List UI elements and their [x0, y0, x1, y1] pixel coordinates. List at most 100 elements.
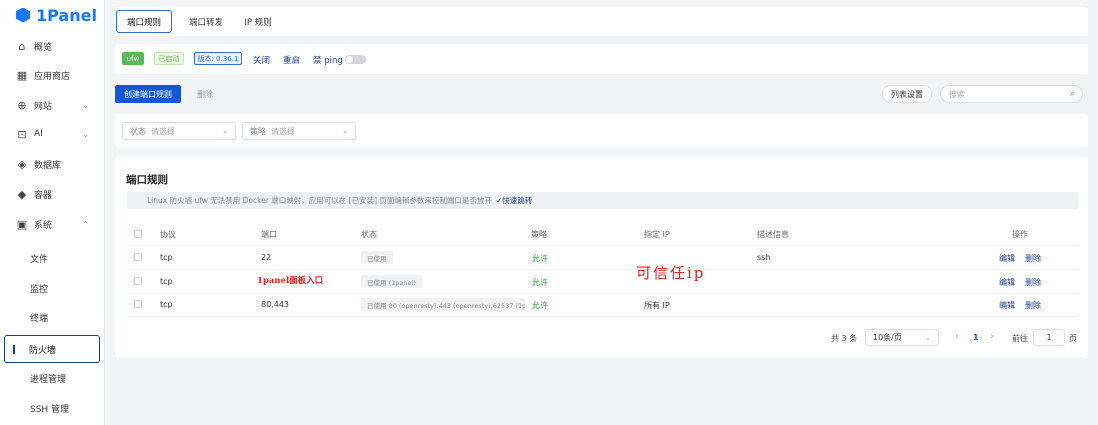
delete-button[interactable]: 删除: [189, 85, 221, 103]
cell-status-badge: 已使用 (1panel): [361, 275, 422, 288]
row-delete-button[interactable]: 删除: [1025, 253, 1041, 264]
chevron-down-icon: ⌄: [925, 333, 931, 342]
sidebar-item-label: 系统: [34, 220, 53, 231]
sidebar-item-database[interactable]: ◈ 数据库: [0, 150, 105, 178]
ping-toggle[interactable]: [345, 55, 366, 64]
annotation-trusted-ip: 可信任ip: [636, 264, 706, 282]
row-divider: [127, 269, 1077, 270]
row-checkbox[interactable]: [134, 253, 142, 261]
current-page[interactable]: 1: [973, 333, 979, 342]
chevron-down-icon: ⌄: [342, 127, 348, 135]
page-unit-label: 页: [1069, 334, 1077, 343]
pagination-total: 共 3 条: [831, 334, 858, 343]
search-placeholder: 搜索: [949, 89, 965, 99]
app-name: 1Panel: [36, 5, 97, 25]
version-badge: 版本: 0.36.1: [194, 52, 242, 65]
sidebar-subitem-label: 终端: [30, 313, 49, 324]
globe-icon: ⊕: [17, 98, 27, 112]
page-size-select[interactable]: 10条/页 ⌄: [865, 329, 939, 346]
cell-port: 22: [261, 253, 272, 262]
row-checkbox[interactable]: [134, 300, 142, 308]
sidebar-item-label: 应用商店: [34, 71, 71, 82]
strategy-filter-placeholder: 请选择: [271, 126, 295, 136]
ufw-notice: Linux 防火墙 ufw 无法禁用 Docker 端口映射，应用可以在 [已安…: [127, 192, 1078, 209]
col-header-strategy: 策略: [531, 230, 547, 239]
sidebar-item-system[interactable]: ▣ 系统 ⌃: [0, 210, 105, 238]
create-port-rule-button[interactable]: 创建端口规则: [115, 85, 181, 103]
col-header-protocol: 协议: [160, 230, 176, 239]
sidebar-item-label: 概览: [34, 42, 53, 53]
chevron-down-icon: ⌄: [222, 127, 228, 135]
sidebar-item-app-store[interactable]: ▦ 应用商店: [0, 61, 105, 89]
sidebar-subitem-monitor[interactable]: 监控: [0, 274, 105, 302]
prev-page-button[interactable]: ‹: [955, 331, 959, 342]
next-page-button[interactable]: ›: [990, 331, 994, 342]
status-filter-label: 状态: [130, 126, 146, 136]
cell-protocol: tcp: [160, 253, 173, 262]
quick-jump-link[interactable]: ✓快速跳转: [496, 195, 532, 206]
edit-button[interactable]: 编辑: [999, 300, 1015, 311]
col-header-status: 状态: [361, 230, 377, 239]
tab-ip-rules[interactable]: IP 规则: [236, 10, 280, 33]
close-firewall-link[interactable]: 关闭: [253, 54, 270, 66]
cell-ip: 所有 IP: [644, 301, 670, 310]
running-badge: 已启动: [154, 52, 184, 65]
sidebar-subitem-terminal[interactable]: 终端: [0, 303, 105, 331]
edit-button[interactable]: 编辑: [999, 253, 1015, 264]
home-icon: ⌂: [18, 39, 26, 53]
row-divider: [127, 293, 1077, 294]
row-divider: [127, 245, 1077, 246]
tab-port-forward[interactable]: 端口转发: [178, 10, 234, 33]
cell-port: 80,443: [261, 300, 289, 309]
edit-button[interactable]: 编辑: [999, 277, 1015, 288]
database-icon: ◈: [17, 157, 27, 171]
goto-label: 前往: [1012, 334, 1028, 343]
sidebar-subitem-label: 文件: [30, 254, 49, 265]
sidebar-subitem-label: 进程管理: [30, 374, 67, 385]
cell-protocol: tcp: [160, 277, 173, 286]
sidebar-item-ai[interactable]: ⊡ AI ⌄: [0, 120, 105, 148]
notice-text: Linux 防火墙 ufw 无法禁用 Docker 端口映射，应用可以在 [已安…: [147, 196, 492, 205]
row-delete-button[interactable]: 删除: [1025, 277, 1041, 288]
sidebar-subitem-firewall[interactable]: 防火墙: [4, 335, 100, 363]
logo[interactable]: 1Panel: [0, 0, 104, 30]
ufw-tag: ufw: [122, 52, 144, 65]
sidebar-subitem-label: 防火墙: [29, 345, 57, 356]
ping-label: 禁 ping: [313, 56, 343, 66]
tab-port-rules[interactable]: 端口规则: [116, 10, 172, 33]
row-checkbox[interactable]: [134, 277, 142, 285]
status-filter-select[interactable]: 状态 请选择 ⌄: [122, 122, 236, 140]
chevron-down-icon: ⌄: [82, 129, 89, 139]
sidebar-item-label: 容器: [34, 190, 53, 201]
sidebar-subitem-process[interactable]: 进程管理: [0, 364, 105, 392]
row-delete-button[interactable]: 删除: [1025, 300, 1041, 311]
sidebar-subitem-ssh[interactable]: SSH 管理: [0, 394, 105, 422]
strategy-filter-label: 策略: [250, 126, 266, 136]
select-all-checkbox[interactable]: [134, 230, 142, 238]
sidebar-item-label: AI: [34, 129, 43, 139]
cell-status-badge: 已使用: [361, 251, 393, 264]
goto-page-input[interactable]: 1: [1033, 329, 1065, 346]
sidebar-subitem-label: 监控: [30, 284, 49, 295]
search-input[interactable]: 搜索 ⌕: [940, 85, 1083, 103]
sidebar: 1Panel ⌂ 概览 ▦ 应用商店 ⊕ 网站 ⌄ ⊡ AI ⌄ ◈ 数据库 ◆…: [0, 0, 105, 425]
robot-icon: ⊡: [17, 127, 27, 141]
system-icon: ▣: [16, 217, 28, 231]
strategy-filter-select[interactable]: 策略 请选择 ⌄: [242, 122, 356, 140]
active-indicator: [13, 344, 15, 354]
cell-desc: ssh: [757, 253, 771, 262]
col-header-actions: 操作: [1012, 230, 1028, 239]
annotation-panel-entry: 1panel面板入口: [257, 276, 324, 286]
sidebar-item-website[interactable]: ⊕ 网站 ⌄: [0, 91, 105, 119]
sidebar-item-overview[interactable]: ⌂ 概览: [0, 32, 105, 60]
col-header-desc: 描述信息: [757, 230, 789, 239]
sidebar-item-container[interactable]: ◆ 容器: [0, 180, 105, 208]
sidebar-subitem-files[interactable]: 文件: [0, 244, 105, 272]
sidebar-subitem-label: SSH 管理: [30, 404, 70, 415]
sidebar-item-label: 数据库: [34, 160, 62, 171]
list-settings-button[interactable]: 列表设置: [882, 85, 932, 103]
cell-strategy: 允许: [532, 254, 548, 263]
section-title: 端口规则: [126, 174, 168, 186]
restart-firewall-link[interactable]: 重启: [283, 54, 300, 66]
cell-strategy: 允许: [532, 301, 548, 310]
